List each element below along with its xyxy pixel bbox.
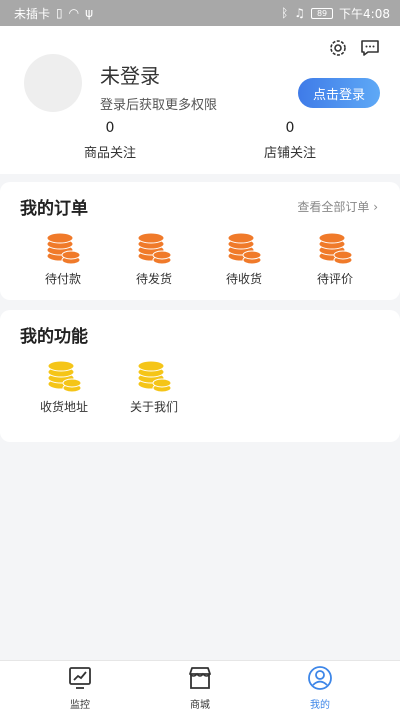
orders-card: 我的订单 查看全部订单 › 待付款 待发货 待收货 待评价 (0, 182, 400, 300)
order-pending-payment[interactable]: 待付款 (33, 230, 93, 287)
order-pending-receipt[interactable]: 待收货 (214, 230, 274, 287)
order-pending-receipt-label: 待收货 (225, 272, 262, 286)
mute-icon: ♫ (294, 6, 306, 20)
message-icon[interactable] (360, 38, 380, 58)
tab-monitor[interactable]: 监控 (50, 665, 110, 710)
login-button[interactable]: 点击登录 (298, 78, 380, 108)
shop-follow-count: 0 (285, 120, 295, 136)
status-time: 下午4:08 (339, 6, 390, 21)
avatar[interactable] (24, 54, 82, 112)
shipping-address-item[interactable]: 收货地址 (34, 358, 94, 415)
functions-card: 我的功能 收货地址 关于我们 (0, 310, 400, 442)
coins-icon (46, 232, 81, 265)
usb-icon: ψ (85, 6, 94, 20)
monitor-chart-icon (69, 667, 91, 689)
tab-monitor-label: 监控 (70, 700, 90, 710)
coins-icon (137, 232, 172, 265)
bottom-tab-bar: 监控 商城 我的 (0, 660, 400, 710)
status-bar: 未插卡 ▯ ◠ ψ ᛒ ♫ 89 下午4:08 (0, 0, 400, 26)
about-us-item[interactable]: 关于我们 (124, 358, 184, 415)
login-status-title: 未登录 (100, 64, 160, 88)
coins-icon (137, 360, 172, 393)
tab-mall-label: 商城 (190, 700, 210, 710)
login-hint-text: 登录后获取更多权限 (100, 98, 218, 113)
sim-icon: ▯ (56, 6, 63, 20)
wifi-icon: ◠ (68, 6, 80, 20)
shop-follow-stat[interactable]: 0 店铺关注 (230, 120, 350, 161)
battery-icon: 89 (311, 7, 334, 19)
order-pending-shipment-label: 待发货 (135, 272, 172, 286)
product-follow-label: 商品关注 (83, 146, 136, 161)
order-pending-review-label: 待评价 (316, 272, 353, 286)
product-follow-count: 0 (105, 120, 115, 136)
store-icon (189, 667, 211, 689)
coins-icon (47, 360, 82, 393)
settings-gear-icon[interactable] (328, 38, 348, 58)
bluetooth-icon: ᛒ (281, 6, 289, 20)
functions-title: 我的功能 (20, 327, 88, 347)
product-follow-stat[interactable]: 0 商品关注 (50, 120, 170, 161)
shipping-address-label: 收货地址 (39, 400, 88, 414)
coins-icon (227, 232, 262, 265)
shop-follow-label: 店铺关注 (263, 146, 316, 161)
order-pending-shipment[interactable]: 待发货 (124, 230, 184, 287)
sim-status-text: 未插卡 (14, 6, 51, 21)
order-pending-review[interactable]: 待评价 (305, 230, 365, 287)
profile-card: 未登录 登录后获取更多权限 点击登录 0 商品关注 0 店铺关注 (0, 26, 400, 174)
tab-mine[interactable]: 我的 (290, 665, 350, 710)
tab-mall[interactable]: 商城 (170, 665, 230, 710)
order-pending-payment-label: 待付款 (44, 272, 81, 286)
about-us-label: 关于我们 (129, 400, 178, 414)
view-all-orders-link[interactable]: 查看全部订单 › (297, 198, 378, 215)
orders-title: 我的订单 (20, 199, 88, 219)
tab-mine-label: 我的 (310, 700, 330, 710)
user-icon (308, 666, 332, 690)
coins-icon (318, 232, 353, 265)
